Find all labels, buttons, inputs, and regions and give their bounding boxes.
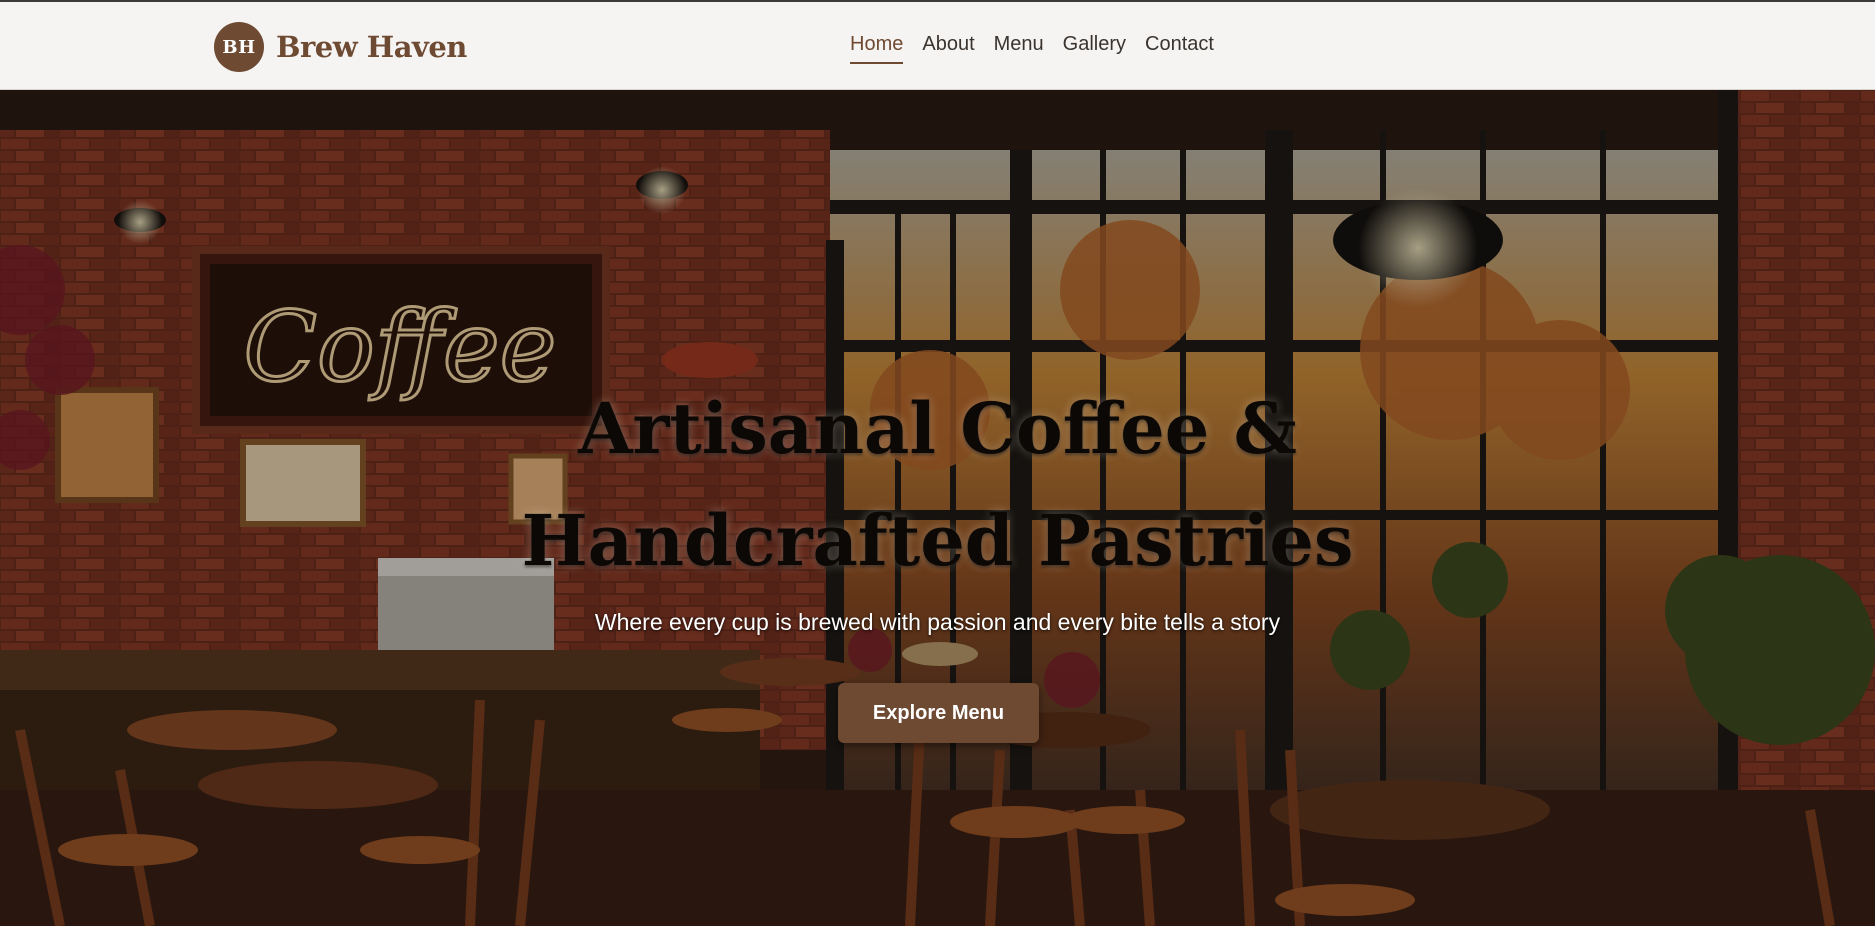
nav-link-about[interactable]: About [922, 32, 974, 62]
hero-title-line-1: Artisanal Coffee & [578, 387, 1297, 470]
hero-title-line-2: Handcrafted Pastries [521, 499, 1354, 582]
nav-link-contact[interactable]: Contact [1145, 32, 1214, 62]
nav-link-menu[interactable]: Menu [994, 32, 1044, 62]
logo-badge: BH [214, 22, 264, 72]
hero-title: Artisanal Coffee & Handcrafted Pastries [440, 373, 1435, 597]
brand-name: Brew Haven [276, 30, 467, 64]
hero-subtitle: Where every cup is brewed with passion a… [594, 609, 1281, 635]
hero-section: Coffee Artisanal Coffee & Handcrafted Pa… [0, 90, 1875, 926]
nav-link-gallery[interactable]: Gallery [1063, 32, 1126, 62]
brand[interactable]: BH Brew Haven [214, 22, 467, 72]
main-nav: Home About Menu Gallery Contact [850, 32, 1214, 66]
site-header: BH Brew Haven Home About Menu Gallery Co… [0, 0, 1875, 90]
explore-menu-button[interactable]: Explore Menu [838, 683, 1039, 743]
nav-link-home[interactable]: Home [850, 32, 904, 64]
